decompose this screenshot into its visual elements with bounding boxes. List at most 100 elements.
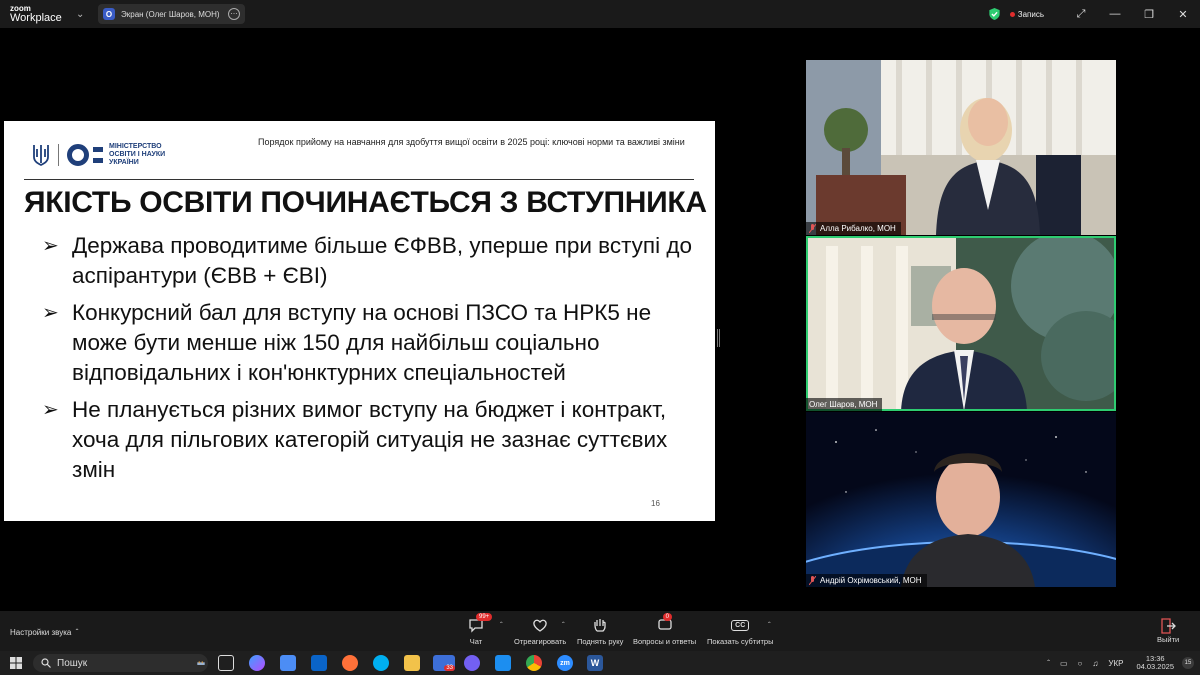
task-view-icon[interactable] — [218, 655, 234, 671]
qa-label: Вопросы и ответы — [633, 637, 697, 646]
mic-muted-icon — [809, 224, 816, 233]
viber-icon[interactable] — [464, 655, 480, 671]
slide-bullet: ➢ Держава проводитиме більше ЄФВВ, уперш… — [42, 231, 702, 291]
screen-share-indicator[interactable]: O Экран (Олег Шаров, МОН) ⋯ — [98, 4, 245, 24]
participant-name-label: Олег Шаров, МОН — [806, 398, 883, 411]
app-with-badge-icon[interactable]: 33 — [433, 655, 455, 671]
raise-hand-label: Поднять руку — [577, 637, 624, 646]
chat-unread-badge: 99+ — [476, 613, 493, 621]
skype-icon[interactable] — [373, 655, 389, 671]
brand-workplace-text: Workplace — [10, 11, 62, 24]
volume-icon[interactable]: ♫ — [1092, 659, 1098, 668]
system-tray: ˆ ▭ ○ ♫ УКР 13:36 04.03.2025 15 — [1042, 651, 1200, 675]
ministry-name: МІНІСТЕРСТВО ОСВІТИ І НАУКИ УКРАЇНИ — [109, 143, 165, 166]
close-icon[interactable]: ✕ — [1166, 8, 1200, 21]
bullet-text: Конкурсний бал для вступу на основі ПЗСО… — [72, 300, 652, 385]
more-options-icon[interactable]: ⋯ — [228, 8, 240, 20]
title-bar-controls: Запись ⤢ — ❐ ✕ — [989, 0, 1200, 28]
chevron-up-icon[interactable]: ˆ — [1047, 659, 1050, 668]
battery-icon[interactable]: ▭ — [1060, 659, 1068, 668]
zoom-meeting-window: zoom Workplace ⌄ O Экран (Олег Шаров, МО… — [0, 0, 1200, 675]
slide-title: ЯКІСТЬ ОСВІТИ ПОЧИНАЄТЬСЯ З ВСТУПНИКА — [24, 186, 707, 219]
ministry-name-line: МІНІСТЕРСТВО — [109, 143, 162, 151]
qa-button[interactable]: 0 Вопросы и ответы — [633, 613, 697, 646]
audio-settings-button[interactable]: Настройки звука ˆ — [10, 628, 78, 637]
minimize-icon[interactable]: — — [1098, 8, 1132, 20]
chat-label: Чат — [469, 637, 483, 646]
notification-count-badge[interactable]: 15 — [1182, 657, 1194, 669]
logo-divider — [58, 144, 59, 166]
system-clock[interactable]: 13:36 04.03.2025 — [1136, 654, 1174, 672]
participant-video — [806, 236, 1116, 411]
recording-indicator[interactable]: Запись — [1009, 9, 1044, 19]
leave-meeting-button[interactable]: Выйти — [1157, 617, 1179, 644]
zoom-app-icon[interactable]: zm — [557, 655, 573, 671]
outlook-icon[interactable] — [311, 655, 327, 671]
exit-door-icon — [1161, 618, 1177, 634]
captions-label: Показать субтитры — [707, 637, 774, 646]
search-label: Пошук — [57, 657, 88, 669]
title-bar: zoom Workplace ⌄ O Экран (Олег Шаров, МО… — [0, 0, 1200, 28]
clock-date: 04.03.2025 — [1136, 662, 1174, 671]
meeting-toolbar: Настройки звука ˆ 99+ Чат ˆ Отреагироват… — [0, 611, 1200, 651]
fullscreen-icon[interactable]: ⤢ — [1064, 8, 1098, 21]
chevron-up-icon: ˆ — [73, 628, 79, 637]
participant-video-tile[interactable]: Андрій Охрімовський, МОН — [806, 412, 1116, 587]
firefox-icon[interactable] — [342, 655, 358, 671]
arrow-bullet-icon: ➢ — [42, 302, 59, 324]
trident-icon — [33, 145, 49, 167]
windows-start-icon[interactable] — [10, 657, 22, 669]
chrome-icon[interactable] — [526, 655, 542, 671]
reactions-options-chevron-icon[interactable]: ˆ — [562, 621, 565, 630]
shield-check-icon[interactable] — [989, 8, 1000, 20]
share-label: Экран (Олег Шаров, МОН) — [121, 9, 220, 19]
recording-dot-icon — [1009, 11, 1015, 17]
panel-resize-handle[interactable] — [717, 329, 720, 347]
closed-captions-icon: CC — [731, 619, 750, 631]
share-avatar-icon: O — [103, 8, 115, 20]
leave-label: Выйти — [1157, 635, 1180, 644]
slide-bullet: ➢ Не планується різних вимог вступу на б… — [42, 395, 702, 485]
slide-header: Порядок прийому на навчання для здобуття… — [258, 137, 685, 147]
word-icon[interactable]: W — [587, 655, 603, 671]
audio-settings-label: Настройки звука — [10, 628, 72, 637]
participant-name-label: Алла Рибалко, МОН — [806, 222, 901, 235]
qa-badge: 0 — [662, 613, 672, 621]
participant-name-label: Андрій Охрімовський, МОН — [806, 574, 927, 587]
store-icon[interactable] — [280, 655, 296, 671]
chat-button[interactable]: 99+ Чат — [468, 613, 493, 646]
slide-divider — [24, 179, 694, 180]
recording-label: Запись — [1017, 9, 1044, 19]
chat-options-chevron-icon[interactable]: ˆ — [500, 621, 503, 630]
network-icon[interactable]: ○ — [1078, 659, 1083, 668]
restore-icon[interactable]: ❐ — [1132, 8, 1166, 21]
participant-name: Андрій Охрімовський, МОН — [820, 576, 922, 585]
participant-name: Алла Рибалко, МОН — [820, 224, 896, 233]
participant-video-tile[interactable]: Алла Рибалко, МОН — [806, 60, 1116, 235]
ministry-name-line: УКРАЇНИ — [109, 158, 139, 166]
participant-video-tile-active-speaker[interactable]: Олег Шаров, МОН — [806, 236, 1116, 411]
slide-page-number: 16 — [651, 499, 660, 508]
reactions-button[interactable]: Отреагировать — [514, 615, 566, 646]
mic-muted-icon — [809, 576, 816, 585]
copilot-icon[interactable] — [249, 655, 265, 671]
participant-name: Олег Шаров, МОН — [809, 400, 878, 409]
ministry-name-line: ОСВІТИ І НАУКИ — [109, 151, 166, 159]
search-highlight-illustration-icon — [197, 661, 205, 665]
app-brand: zoom Workplace — [0, 4, 72, 24]
app-icon[interactable] — [495, 655, 511, 671]
keyboard-language[interactable]: УКР — [1108, 659, 1123, 668]
app-badge: 33 — [444, 665, 455, 671]
participant-video — [806, 60, 1116, 235]
shared-screen-slide: МІНІСТЕРСТВО ОСВІТИ І НАУКИ УКРАЇНИ Поря… — [4, 121, 715, 521]
captions-button[interactable]: CC Показать субтитры — [707, 615, 773, 646]
logo-circle-icon — [67, 144, 89, 166]
chevron-down-icon[interactable]: ⌄ — [76, 9, 84, 20]
captions-options-chevron-icon[interactable]: ˆ — [768, 621, 771, 630]
file-explorer-icon[interactable] — [404, 655, 420, 671]
bullet-text: Не планується різних вимог вступу на бюд… — [72, 397, 668, 482]
raise-hand-button[interactable]: Поднять руку — [577, 615, 623, 646]
taskbar-search-box[interactable]: Пошук — [33, 654, 208, 672]
reactions-label: Отреагировать — [514, 637, 567, 646]
arrow-bullet-icon: ➢ — [42, 235, 59, 257]
